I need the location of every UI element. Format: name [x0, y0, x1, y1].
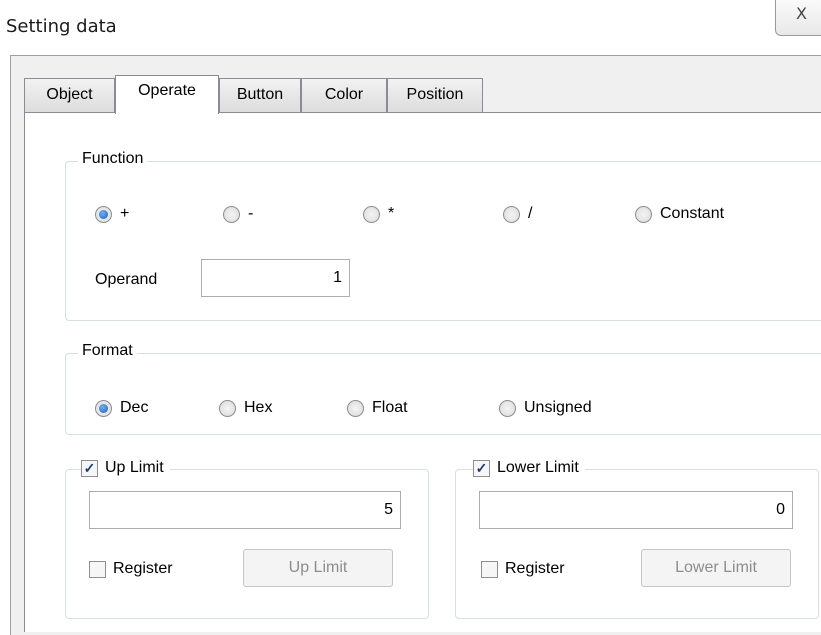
radio-icon	[499, 399, 516, 417]
lower-limit-input[interactable]: 0	[479, 491, 793, 529]
radio-selected-icon	[95, 399, 112, 417]
radio-icon	[363, 205, 380, 223]
up-limit-input[interactable]: 5	[89, 491, 401, 529]
up-limit-checkbox[interactable]: ✓ Up Limit	[81, 459, 170, 477]
function-divide-radio[interactable]: /	[503, 205, 532, 223]
lower-limit-register-checkbox[interactable]: Register	[481, 560, 571, 578]
function-constant-radio[interactable]: Constant	[635, 205, 724, 223]
checkbox-icon	[89, 560, 106, 578]
format-unsigned-radio[interactable]: Unsigned	[499, 399, 592, 417]
format-group: Format	[65, 342, 821, 435]
operand-label: Operand	[95, 271, 158, 288]
function-plus-radio[interactable]: +	[95, 205, 129, 223]
radio-icon	[347, 399, 364, 417]
radio-icon	[219, 399, 236, 417]
format-hex-radio[interactable]: Hex	[219, 399, 272, 417]
format-dec-radio[interactable]: Dec	[95, 399, 148, 417]
tab-object[interactable]: Object	[24, 78, 115, 113]
tab-page-operate: Function + - * / Constant Operand 1 Form…	[24, 112, 821, 632]
close-button[interactable]: X	[775, 0, 821, 36]
format-legend: Format	[78, 342, 137, 360]
radio-icon	[503, 205, 520, 223]
lower-limit-checkbox[interactable]: ✓ Lower Limit	[473, 459, 585, 477]
up-limit-button[interactable]: Up Limit	[243, 549, 393, 587]
function-minus-radio[interactable]: -	[223, 205, 253, 223]
radio-icon	[223, 205, 240, 223]
close-icon: X	[796, 4, 807, 23]
checkbox-checked-icon: ✓	[81, 459, 98, 477]
lower-limit-button[interactable]: Lower Limit	[641, 549, 791, 587]
tab-position[interactable]: Position	[387, 78, 483, 113]
function-multiply-radio[interactable]: *	[363, 205, 394, 223]
function-group: Function	[65, 150, 821, 321]
window-title: Setting data	[6, 16, 117, 37]
radio-icon	[635, 205, 652, 223]
tab-color[interactable]: Color	[301, 78, 387, 113]
up-limit-register-checkbox[interactable]: Register	[89, 560, 179, 578]
operand-input[interactable]: 1	[201, 259, 350, 297]
radio-selected-icon	[95, 205, 112, 223]
format-float-radio[interactable]: Float	[347, 399, 408, 417]
tab-button[interactable]: Button	[219, 78, 301, 113]
checkbox-checked-icon: ✓	[473, 459, 490, 477]
checkbox-icon	[481, 560, 498, 578]
tab-operate[interactable]: Operate	[115, 75, 219, 114]
function-legend: Function	[78, 150, 148, 168]
